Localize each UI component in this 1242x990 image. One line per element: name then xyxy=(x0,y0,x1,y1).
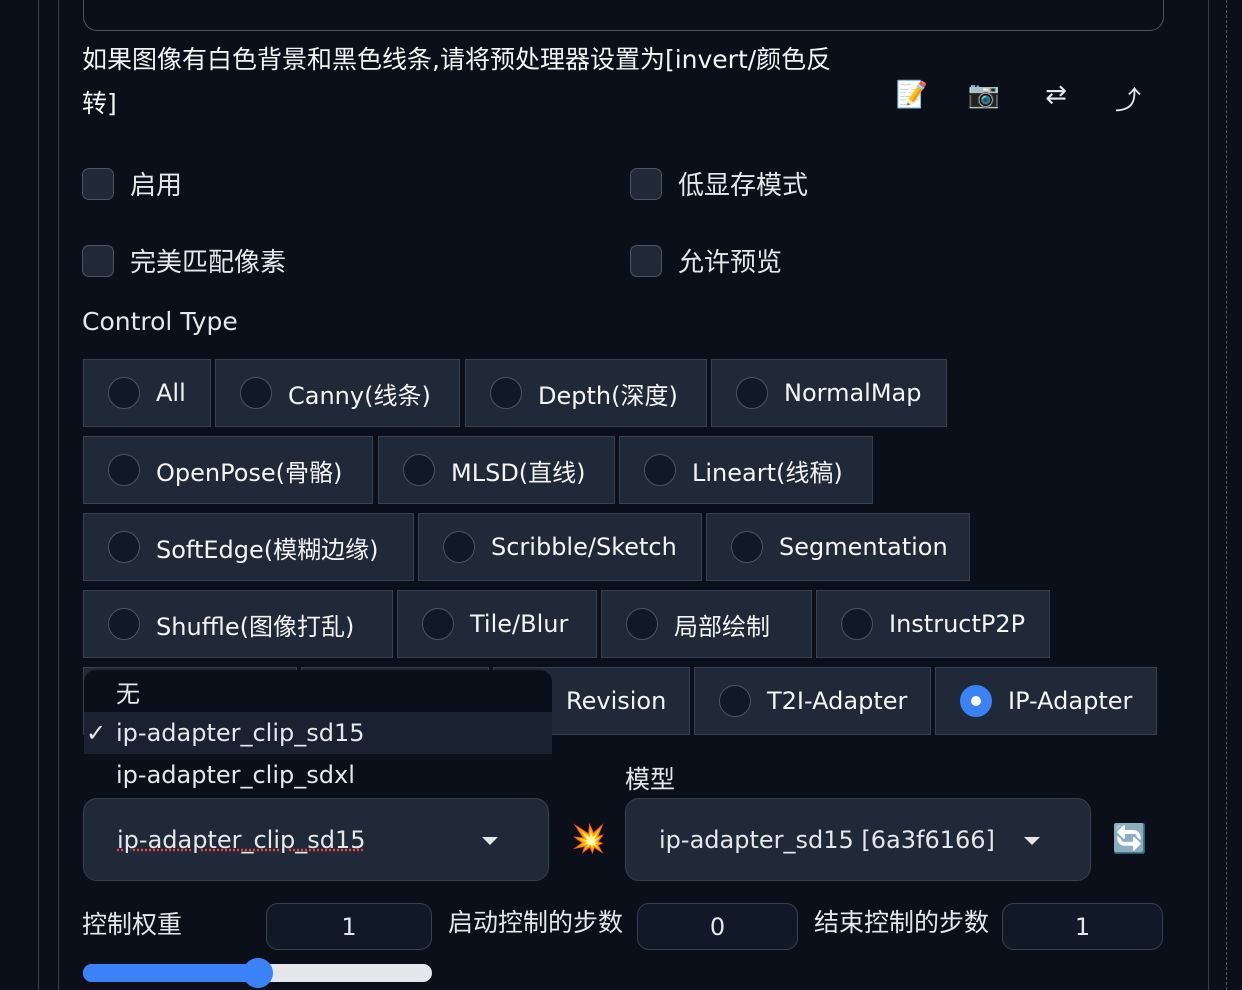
control-type-option[interactable]: InstructP2P xyxy=(816,590,1050,658)
allow-preview-checkbox[interactable]: 允许预览 xyxy=(630,242,782,279)
upload-arrow-icon[interactable]: ⤴ xyxy=(1110,80,1146,117)
dropdown-option[interactable]: ✓ ip-adapter_clip_sd15 xyxy=(84,712,552,754)
check-icon: ✓ xyxy=(86,719,107,747)
slider-thumb[interactable] xyxy=(242,958,273,988)
checkbox-label: 低显存模式 xyxy=(678,171,809,201)
checkbox-box[interactable] xyxy=(630,167,662,200)
control-type-option[interactable]: Tile/Blur xyxy=(397,590,597,658)
option-label: Segmentation xyxy=(779,533,948,561)
start-step-label: 启动控制的步数 xyxy=(448,908,624,937)
model-value: ip-adapter_sd15 [6a3f6166] xyxy=(659,825,995,854)
radio-icon[interactable] xyxy=(490,377,522,409)
option-label: ip-adapter_clip_sdxl xyxy=(116,761,355,789)
option-label: ip-adapter_clip_sd15 xyxy=(116,719,365,747)
control-type-option[interactable]: IP-Adapter xyxy=(935,667,1157,735)
control-type-option[interactable]: NormalMap xyxy=(711,359,947,427)
control-type-option[interactable]: Scribble/Sketch xyxy=(418,513,702,581)
option-label: Revision xyxy=(566,687,667,715)
memo-icon[interactable]: 📝 xyxy=(894,80,930,110)
dropdown-option[interactable]: 无 xyxy=(84,670,552,712)
control-type-option[interactable]: SoftEdge(模糊边缘) xyxy=(83,513,414,581)
chevron-down-icon xyxy=(1024,837,1040,845)
panel-border xyxy=(58,0,59,990)
option-label: Canny(线条) xyxy=(288,381,431,410)
control-type-option[interactable]: All xyxy=(83,359,211,427)
panel-border xyxy=(1226,0,1227,990)
end-step-input[interactable]: 1 xyxy=(1002,903,1163,950)
option-label: IP-Adapter xyxy=(1008,687,1133,715)
radio-icon[interactable] xyxy=(240,377,272,409)
checkbox-box[interactable] xyxy=(82,167,114,200)
radio-icon[interactable] xyxy=(644,454,676,486)
control-type-option[interactable]: Depth(深度) xyxy=(465,359,707,427)
run-preprocessor-icon[interactable]: 💥 xyxy=(571,822,606,855)
dropdown-option[interactable]: ip-adapter_clip_sdxl xyxy=(84,754,552,796)
radio-icon[interactable] xyxy=(108,454,140,486)
radio-icon[interactable] xyxy=(443,531,475,563)
control-type-option[interactable]: 局部绘制 xyxy=(601,590,812,658)
panel-border xyxy=(1208,0,1209,990)
preprocessor-value: ip-adapter_clip_sd15 xyxy=(117,825,366,854)
option-label: All xyxy=(156,379,186,407)
option-label: MLSD(直线) xyxy=(451,458,586,487)
radio-icon[interactable] xyxy=(422,608,454,640)
control-type-option[interactable]: Canny(线条) xyxy=(215,359,460,427)
control-type-option[interactable]: Segmentation xyxy=(706,513,970,581)
option-label: OpenPose(骨骼) xyxy=(156,458,343,487)
invert-hint: 如果图像有白色背景和黑色线条,请将预处理器设置为[invert/颜色反转] xyxy=(82,45,832,118)
option-label: Tile/Blur xyxy=(470,610,569,638)
option-label: SoftEdge(模糊边缘) xyxy=(156,535,379,564)
radio-icon[interactable] xyxy=(108,608,140,640)
checkbox-box[interactable] xyxy=(630,244,662,277)
radio-icon[interactable] xyxy=(841,608,873,640)
checkbox-label: 完美匹配像素 xyxy=(130,248,287,278)
start-step-input[interactable]: 0 xyxy=(637,903,798,950)
option-label: Lineart(线稿) xyxy=(692,458,843,487)
control-type-label: Control Type xyxy=(82,307,238,336)
option-label: Shuffle(图像打乱) xyxy=(156,612,355,641)
control-type-option[interactable]: Lineart(线稿) xyxy=(619,436,873,504)
radio-icon[interactable] xyxy=(626,608,658,640)
option-label: 局部绘制 xyxy=(674,612,770,641)
slider-fill xyxy=(83,964,258,982)
option-label: 无 xyxy=(116,679,140,708)
refresh-icon[interactable]: 🔄 xyxy=(1112,822,1147,855)
checkbox-box[interactable] xyxy=(82,244,114,277)
radio-icon[interactable] xyxy=(736,377,768,409)
pixel-perfect-checkbox[interactable]: 完美匹配像素 xyxy=(82,242,286,279)
control-type-option[interactable]: Shuffle(图像打乱) xyxy=(83,590,393,658)
panel-border xyxy=(38,0,39,990)
preprocessor-dropdown-list: 无 ✓ ip-adapter_clip_sd15 ip-adapter_clip_… xyxy=(84,670,552,796)
swap-icon[interactable]: ⇄ xyxy=(1038,80,1074,110)
radio-icon[interactable] xyxy=(719,685,751,717)
radio-icon[interactable] xyxy=(960,685,992,717)
option-label: Scribble/Sketch xyxy=(491,533,677,561)
control-type-option[interactable]: OpenPose(骨骼) xyxy=(83,436,373,504)
checkbox-label: 允许预览 xyxy=(678,248,783,278)
radio-icon[interactable] xyxy=(731,531,763,563)
option-label: T2I-Adapter xyxy=(767,687,908,715)
low-vram-checkbox[interactable]: 低显存模式 xyxy=(630,165,808,202)
option-label: Depth(深度) xyxy=(538,381,678,410)
model-label: 模型 xyxy=(625,765,676,794)
control-type-option[interactable]: T2I-Adapter xyxy=(694,667,931,735)
weight-label: 控制权重 xyxy=(82,910,183,939)
image-input-area[interactable] xyxy=(83,0,1164,31)
radio-icon[interactable] xyxy=(108,377,140,409)
weight-slider[interactable] xyxy=(83,958,432,988)
checkbox-label: 启用 xyxy=(130,171,183,201)
model-select[interactable]: ip-adapter_sd15 [6a3f6166] xyxy=(625,798,1091,881)
option-label: InstructP2P xyxy=(889,610,1026,638)
control-type-option[interactable]: MLSD(直线) xyxy=(378,436,615,504)
weight-input[interactable]: 1 xyxy=(266,903,432,950)
radio-icon[interactable] xyxy=(403,454,435,486)
radio-icon[interactable] xyxy=(108,531,140,563)
option-label: NormalMap xyxy=(784,379,922,407)
preprocessor-select[interactable]: ip-adapter_clip_sd15 xyxy=(83,798,549,881)
end-step-label: 结束控制的步数 xyxy=(814,908,990,937)
chevron-down-icon xyxy=(482,837,498,845)
enable-checkbox[interactable]: 启用 xyxy=(82,165,182,202)
camera-icon[interactable]: 📷 xyxy=(966,80,1002,110)
